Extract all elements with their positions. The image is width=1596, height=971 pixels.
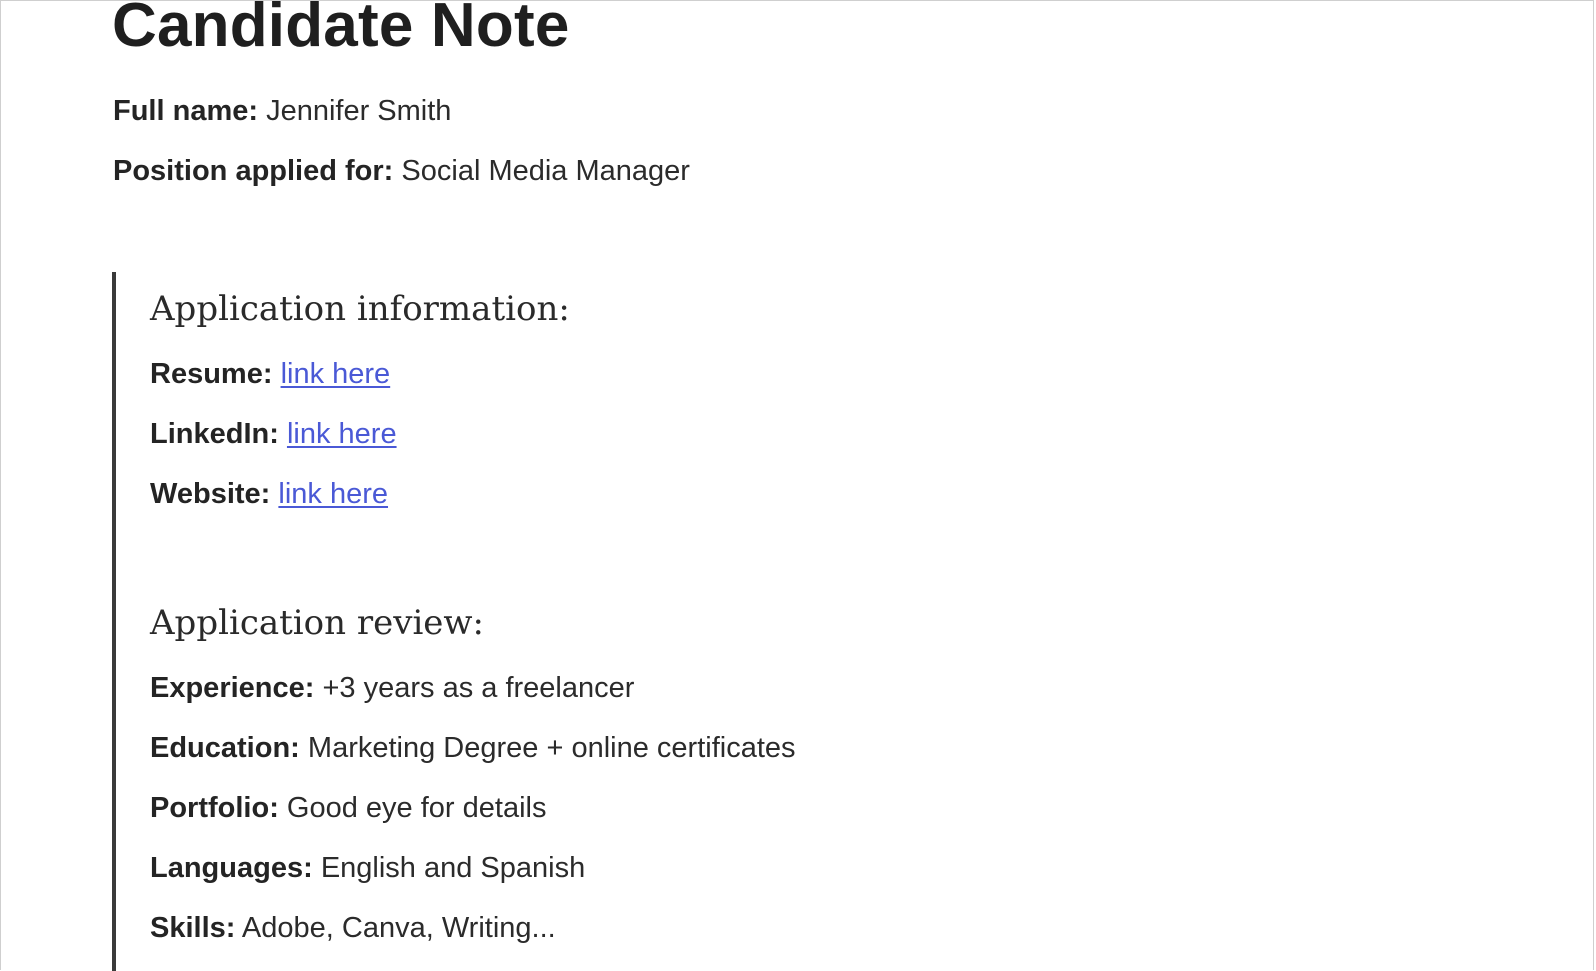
application-information-heading: Application information: bbox=[150, 289, 570, 329]
languages-label: Languages: bbox=[150, 852, 313, 884]
application-quote-block: Application information: Resume: link he… bbox=[112, 272, 1212, 971]
linkedin-link[interactable]: link here bbox=[287, 418, 397, 450]
website-label: Website: bbox=[150, 478, 271, 510]
full-name-row: Full name: Jennifer Smith bbox=[113, 93, 451, 129]
skills-label: Skills: bbox=[150, 912, 236, 944]
position-value: Social Media Manager bbox=[401, 155, 690, 187]
skills-value: Adobe, Canva, Writing... bbox=[241, 912, 556, 944]
experience-value: +3 years as a freelancer bbox=[322, 672, 635, 704]
position-row: Position applied for: Social Media Manag… bbox=[113, 153, 690, 189]
portfolio-row: Portfolio: Good eye for details bbox=[150, 790, 546, 826]
languages-row: Languages: English and Spanish bbox=[150, 850, 585, 886]
education-row: Education: Marketing Degree + online cer… bbox=[150, 730, 796, 766]
full-name-value: Jennifer Smith bbox=[266, 95, 452, 127]
linkedin-label: LinkedIn: bbox=[150, 418, 279, 450]
full-name-label: Full name: bbox=[113, 95, 259, 127]
experience-label: Experience: bbox=[150, 672, 315, 704]
website-link[interactable]: link here bbox=[278, 478, 388, 510]
website-row: Website: link here bbox=[150, 476, 388, 512]
position-label: Position applied for: bbox=[113, 155, 394, 187]
skills-row: Skills: Adobe, Canva, Writing... bbox=[150, 910, 556, 946]
linkedin-row: LinkedIn: link here bbox=[150, 416, 397, 452]
languages-value: English and Spanish bbox=[320, 852, 586, 884]
application-review-heading: Application review: bbox=[150, 603, 484, 643]
portfolio-value: Good eye for details bbox=[286, 792, 547, 824]
experience-row: Experience: +3 years as a freelancer bbox=[150, 670, 634, 706]
education-value: Marketing Degree + online certificates bbox=[307, 732, 796, 764]
resume-row: Resume: link here bbox=[150, 356, 390, 392]
education-label: Education: bbox=[150, 732, 300, 764]
resume-label: Resume: bbox=[150, 358, 273, 390]
page-title: Candidate Note bbox=[112, 0, 570, 60]
resume-link[interactable]: link here bbox=[281, 358, 391, 390]
portfolio-label: Portfolio: bbox=[150, 792, 279, 824]
